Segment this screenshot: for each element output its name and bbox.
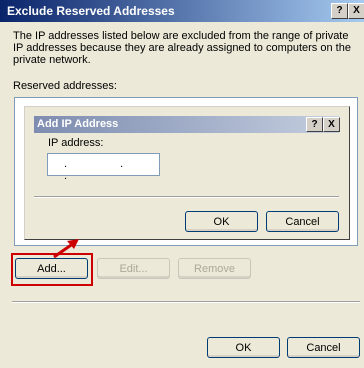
dialog-separator [12, 301, 360, 303]
help-button[interactable]: ? [331, 3, 348, 19]
reserved-addresses-label: Reserved addresses: [13, 80, 117, 92]
inner-help-button[interactable]: ? [306, 117, 323, 132]
close-button[interactable]: X [348, 3, 364, 19]
inner-cancel-button[interactable]: Cancel [266, 211, 339, 232]
dialog-description: The IP addresses listed below are exclud… [13, 30, 351, 66]
add-button[interactable]: Add... [15, 258, 88, 279]
inner-separator [34, 196, 339, 198]
edit-button[interactable]: Edit... [97, 258, 170, 279]
inner-close-button[interactable]: X [323, 117, 340, 132]
add-ip-address-dialog: Add IP Address ? X IP address: . . . OK … [24, 106, 350, 240]
remove-button[interactable]: Remove [178, 258, 251, 279]
dialog-title: Exclude Reserved Addresses [7, 4, 175, 18]
inner-dialog-titlebar: Add IP Address ? X [34, 116, 340, 133]
ip-address-value: . . . [64, 158, 149, 182]
cancel-button[interactable]: Cancel [287, 337, 360, 358]
ip-address-label: IP address: [48, 137, 104, 149]
inner-dialog-title: Add IP Address [37, 118, 119, 130]
ok-button[interactable]: OK [207, 337, 280, 358]
inner-ok-button[interactable]: OK [185, 211, 258, 232]
exclude-reserved-addresses-dialog: Exclude Reserved Addresses ? X The IP ad… [0, 0, 364, 368]
ip-address-field[interactable]: . . . [47, 153, 160, 182]
dialog-titlebar: Exclude Reserved Addresses ? X [0, 0, 364, 22]
